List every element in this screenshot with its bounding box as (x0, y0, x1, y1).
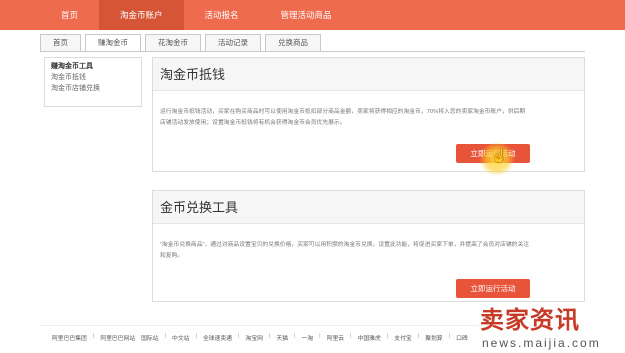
tab-spend-coins[interactable]: 花淘金币 (145, 34, 201, 51)
footer-link[interactable]: 全球速卖通 (203, 333, 232, 342)
footer-link[interactable]: 阿里云 (327, 333, 344, 342)
footer-link[interactable]: 聚划算 (425, 333, 442, 342)
run-activity-button[interactable]: 立即运行活动 (456, 144, 530, 163)
tab-redeem-goods[interactable]: 兑换商品 (265, 34, 321, 51)
watermark-logo: 卖家资讯 news.maijia.com (478, 304, 624, 352)
top-nav-bar: 首页 淘金币账户 活动报名 管理活动商品 (0, 0, 625, 30)
footer-link[interactable]: 中文站 (172, 333, 189, 342)
sidebar: 赚淘金币工具 淘金币抵钱 淘金币店铺兑换 (44, 57, 142, 107)
card-header: 金币兑换工具 (153, 191, 584, 224)
tab-bar: 首页 赚淘金币 花淘金币 活动记录 兑换商品 (40, 34, 325, 52)
nav-home[interactable]: 首页 (40, 0, 99, 30)
watermark-url: news.maijia.com (482, 336, 601, 350)
tab-earn-coins[interactable]: 赚淘金币 (85, 34, 141, 52)
card-description: 运行淘金币抵钱活动，买家在购买商品时可以使用淘金币抵扣部分商品金额，卖家将获得相… (160, 109, 526, 126)
footer-link[interactable]: 天猫 (276, 333, 288, 342)
footer-link[interactable]: 国际站 (141, 333, 158, 342)
sidebar-title: 赚淘金币工具 (51, 63, 93, 70)
footer-link[interactable]: 淘宝网 (245, 333, 262, 342)
footer-link[interactable]: 阿里巴巴集团 (52, 333, 87, 342)
run-activity-button[interactable]: 立即运行活动 (456, 279, 530, 298)
footer-link[interactable]: 中国雅虎 (358, 333, 381, 342)
coin-exchange-card: 金币兑换工具 “淘金币兑换商品”，通过对商品设置宝贝的兑换价格，买家可以用积攒的… (152, 190, 585, 302)
top-nav: 首页 淘金币账户 活动报名 管理活动商品 (40, 0, 353, 30)
coin-deduction-card: 淘金币抵钱 运行淘金币抵钱活动，买家在购买商品时可以使用淘金币抵扣部分商品金额，… (152, 57, 585, 172)
card-header: 淘金币抵钱 (153, 58, 584, 91)
sidebar-item-store-redeem[interactable]: 淘金币店铺兑换 (51, 83, 135, 94)
nav-taojinbi-account[interactable]: 淘金币账户 (99, 0, 184, 30)
footer-link[interactable]: 一淘 (302, 333, 314, 342)
nav-manage-activity-goods[interactable]: 管理活动商品 (260, 0, 353, 30)
card-description: “淘金币兑换商品”，通过对商品设置宝贝的兑换价格，买家可以用积攒的淘金币兑换，设… (160, 242, 530, 259)
card-title: 淘金币抵钱 (160, 67, 226, 82)
sidebar-item-coin-deduction[interactable]: 淘金币抵钱 (51, 72, 135, 83)
footer-link[interactable]: 阿里巴巴网站 (100, 333, 135, 342)
watermark-text: 卖家资讯 (480, 306, 580, 334)
tab-divider (40, 51, 585, 52)
footer-link[interactable]: 支付宝 (394, 333, 411, 342)
tab-activity-records[interactable]: 活动记录 (205, 34, 261, 51)
footer-links: 阿里巴巴集团 | 阿里巴巴网站 国际站 | 中文站 | 全球速卖通 | 淘宝网 | 天猫 |… (52, 333, 468, 342)
footer-link[interactable]: 口碑 (456, 333, 468, 342)
nav-activity-signup[interactable]: 活动报名 (184, 0, 260, 30)
tab-home[interactable]: 首页 (40, 34, 81, 51)
card-title: 金币兑换工具 (160, 200, 239, 215)
